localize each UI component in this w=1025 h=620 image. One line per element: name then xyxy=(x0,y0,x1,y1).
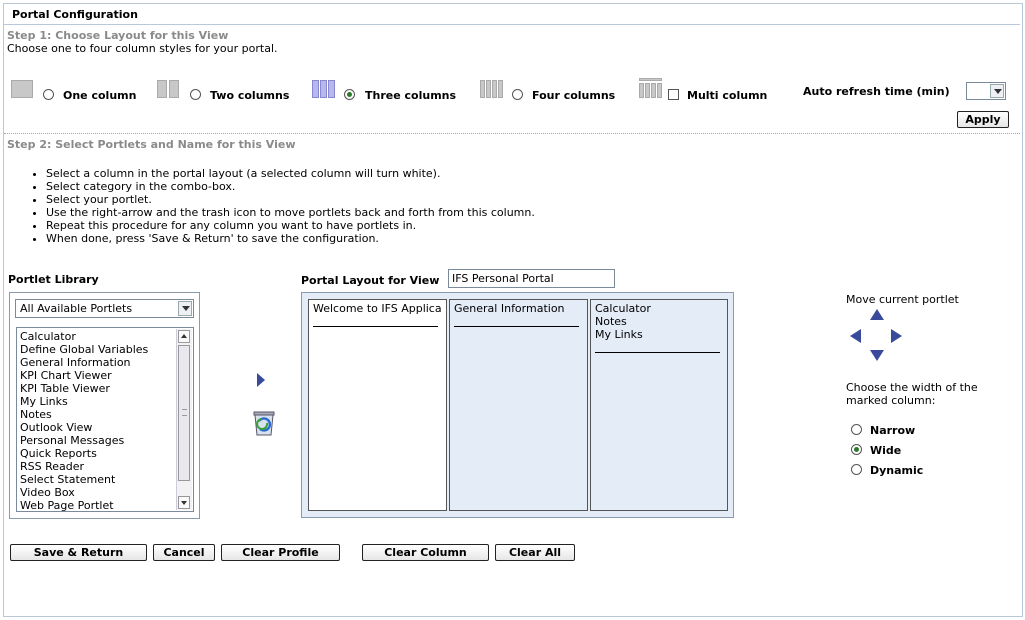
list-item[interactable]: Quick Reports xyxy=(20,447,97,460)
title-bar: Portal Configuration xyxy=(4,4,1020,25)
add-portlet-arrow-icon[interactable] xyxy=(257,373,265,387)
clear-all-button[interactable]: Clear All xyxy=(495,544,575,561)
scroll-thumb[interactable] xyxy=(178,345,190,481)
dynamic-radio[interactable] xyxy=(851,464,862,475)
width-label-line2: marked column: xyxy=(846,394,936,407)
two-columns-layout-icon[interactable] xyxy=(157,80,181,98)
list-item[interactable]: General Information xyxy=(20,356,131,369)
list-item[interactable]: Define Global Variables xyxy=(20,343,148,356)
narrow-label: Narrow xyxy=(870,424,916,437)
list-item[interactable]: Select Statement xyxy=(20,473,115,486)
section-divider xyxy=(4,133,1020,134)
layout-column-3[interactable]: Calculator Notes My Links xyxy=(590,299,728,511)
three-columns-layout-icon[interactable] xyxy=(312,80,336,98)
clear-column-button[interactable]: Clear Column xyxy=(362,544,489,561)
column-divider xyxy=(595,352,720,353)
multi-column-label: Multi column xyxy=(687,89,768,102)
instruction-item: Select category in the combo-box. xyxy=(46,180,535,193)
scroll-down-button[interactable] xyxy=(178,496,190,509)
column-portlet[interactable]: Notes xyxy=(595,315,627,328)
view-name-value: IFS Personal Portal xyxy=(452,272,554,285)
list-item[interactable]: Video Box xyxy=(20,486,75,499)
dynamic-label: Dynamic xyxy=(870,464,924,477)
wide-radio[interactable] xyxy=(851,444,862,455)
four-columns-radio[interactable] xyxy=(512,89,523,100)
instruction-item: Select your portlet. xyxy=(46,193,535,206)
column-portlet[interactable]: General Information xyxy=(454,302,565,315)
two-columns-label: Two columns xyxy=(210,89,290,102)
column-portlet[interactable]: My Links xyxy=(595,328,643,341)
column-portlet[interactable]: Calculator xyxy=(595,302,651,315)
step2-heading: Step 2: Select Portlets and Name for thi… xyxy=(7,138,296,151)
list-scrollbar[interactable] xyxy=(176,329,192,510)
list-item[interactable]: My Links xyxy=(20,395,68,408)
portal-layout-label: Portal Layout for View xyxy=(301,274,440,287)
instruction-item: Repeat this procedure for any column you… xyxy=(46,219,535,232)
category-select[interactable]: All Available Portlets xyxy=(15,299,194,318)
three-columns-label: Three columns xyxy=(365,89,457,102)
trash-icon[interactable] xyxy=(250,407,278,437)
move-up-arrow-icon[interactable] xyxy=(870,309,884,320)
step1-description: Choose one to four column styles for you… xyxy=(7,42,278,55)
list-item[interactable]: Notes xyxy=(20,408,52,421)
four-columns-label: Four columns xyxy=(532,89,616,102)
one-column-label: One column xyxy=(63,89,137,102)
view-name-input[interactable]: IFS Personal Portal xyxy=(448,269,615,288)
column-divider xyxy=(454,326,579,327)
one-column-radio[interactable] xyxy=(43,89,54,100)
auto-refresh-label: Auto refresh time (min) xyxy=(803,85,950,98)
instruction-item: Select a column in the portal layout (a … xyxy=(46,167,535,180)
step1-heading: Step 1: Choose Layout for this View xyxy=(7,29,229,42)
scroll-up-button[interactable] xyxy=(178,330,190,343)
narrow-radio[interactable] xyxy=(851,424,862,435)
multi-column-checkbox[interactable] xyxy=(668,89,679,100)
category-value: All Available Portlets xyxy=(20,302,133,315)
save-return-button[interactable]: Save & Return xyxy=(10,544,147,561)
move-right-arrow-icon[interactable] xyxy=(891,329,902,343)
list-item[interactable]: Calculator xyxy=(20,330,76,343)
two-columns-radio[interactable] xyxy=(190,89,201,100)
list-item[interactable]: Outlook View xyxy=(20,421,92,434)
four-columns-layout-icon[interactable] xyxy=(480,80,504,98)
wide-label: Wide xyxy=(870,444,902,457)
chevron-up-icon xyxy=(181,334,187,338)
move-down-arrow-icon[interactable] xyxy=(870,350,884,361)
list-item[interactable]: Personal Messages xyxy=(20,434,124,447)
list-item[interactable]: KPI Chart Viewer xyxy=(20,369,112,382)
move-portlet-label: Move current portlet xyxy=(846,293,959,306)
width-label-line1: Choose the width of the xyxy=(846,381,978,394)
list-item[interactable]: KPI Table Viewer xyxy=(20,382,110,395)
move-left-arrow-icon[interactable] xyxy=(850,329,861,343)
portlet-list[interactable]: Calculator Define Global Variables Gener… xyxy=(16,327,194,512)
layout-column-2[interactable]: General Information xyxy=(449,299,588,511)
one-column-layout-icon[interactable] xyxy=(11,80,33,98)
chevron-down-icon[interactable] xyxy=(990,84,1004,98)
auto-refresh-select[interactable] xyxy=(966,82,1006,100)
list-item[interactable]: RSS Reader xyxy=(20,460,84,473)
page-title: Portal Configuration xyxy=(12,8,138,21)
column-divider xyxy=(313,326,438,327)
instruction-item: When done, press 'Save & Return' to save… xyxy=(46,232,535,245)
clear-profile-button[interactable]: Clear Profile xyxy=(221,544,340,561)
instructions-list: Select a column in the portal layout (a … xyxy=(28,167,535,245)
list-item[interactable]: Web Page Portlet xyxy=(20,499,114,511)
chevron-down-icon[interactable] xyxy=(178,301,192,316)
apply-button[interactable]: Apply xyxy=(957,111,1009,128)
cancel-button[interactable]: Cancel xyxy=(153,544,215,561)
instruction-item: Use the right-arrow and the trash icon t… xyxy=(46,206,535,219)
column-portlet[interactable]: Welcome to IFS Applica xyxy=(313,302,444,315)
three-columns-radio[interactable] xyxy=(344,89,355,100)
chevron-down-icon xyxy=(181,501,187,505)
portlet-library-label: Portlet Library xyxy=(8,273,99,286)
multi-column-layout-icon[interactable] xyxy=(639,78,663,98)
layout-column-1[interactable]: Welcome to IFS Applica xyxy=(308,299,447,511)
